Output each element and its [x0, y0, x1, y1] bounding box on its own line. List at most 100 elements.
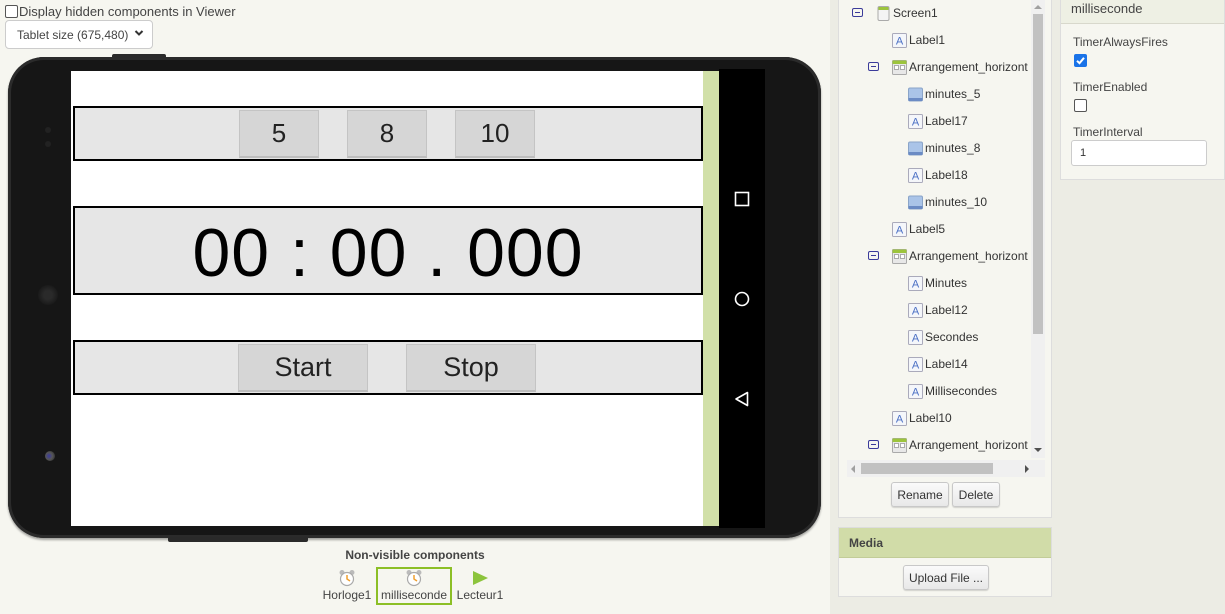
tree-item[interactable]: A Label18 [908, 165, 968, 185]
device-size-value: Tablet size (675,480) [17, 27, 129, 42]
timer-enabled-checkbox[interactable] [1074, 99, 1087, 112]
scroll-right-arrow-icon[interactable] [1025, 465, 1029, 473]
minutes-5-button[interactable]: 5 [239, 110, 319, 158]
home-circle-icon [734, 291, 750, 307]
label-icon: A [908, 302, 923, 318]
tree-item[interactable]: A Label1 [892, 30, 945, 50]
delete-button[interactable]: Delete [952, 482, 1000, 507]
tree-item[interactable]: A Minutes [908, 273, 967, 293]
label-icon: A [892, 410, 907, 426]
tree-item[interactable]: A Label12 [908, 300, 968, 320]
scrollbar-thumb[interactable] [861, 463, 993, 474]
media-title: Media [839, 528, 1051, 558]
media-panel: Media Upload File ... [838, 527, 1052, 597]
phone-side-button [112, 54, 166, 58]
tree-item[interactable]: A Label17 [908, 111, 968, 131]
back-triangle-icon [735, 391, 749, 407]
tree-item[interactable]: A Millisecondes [908, 381, 997, 401]
non-visible-lecteur1[interactable]: Lecteur1 [454, 567, 506, 605]
timer-interval-input[interactable]: 1 [1071, 140, 1207, 166]
scroll-left-arrow-icon[interactable] [851, 465, 855, 473]
tree-item[interactable]: minutes_8 [908, 138, 980, 158]
clock-icon [339, 570, 355, 587]
phone-mockup: 5 8 10 00 : 00 . 000 Start Stop [8, 54, 821, 542]
collapse-toggle-icon[interactable] [852, 8, 863, 17]
label-icon: A [908, 275, 923, 291]
viewer-panel: Display hidden components in Viewer Tabl… [0, 0, 830, 614]
tree-item-label: Label12 [925, 303, 968, 317]
start-button[interactable]: Start [238, 344, 368, 392]
phone-side-button [168, 537, 308, 542]
non-visible-horloge1[interactable]: Horloge1 [320, 567, 374, 605]
label-icon: A [908, 329, 923, 345]
label-icon: A [908, 113, 923, 129]
timer-always-fires-checkbox[interactable] [1074, 54, 1087, 67]
tree-item[interactable]: minutes_10 [908, 192, 987, 212]
scroll-down-arrow-icon[interactable] [1034, 448, 1042, 452]
timer-enabled-label: TimerEnabled [1073, 80, 1148, 94]
tree-item-label: Arrangement_horizont [909, 249, 1028, 263]
tree-vertical-scrollbar[interactable] [1031, 0, 1045, 458]
collapse-toggle-icon[interactable] [868, 440, 879, 449]
upload-file-button[interactable]: Upload File ... [903, 565, 989, 590]
svg-text:A: A [912, 332, 920, 344]
scroll-up-arrow-icon[interactable] [1034, 5, 1042, 9]
components-panel: Screen1 A Label1 Arrangement_horizont minute… [838, 0, 1052, 518]
app-screen: 5 8 10 00 : 00 . 000 Start Stop [71, 71, 703, 526]
screen-edge-strip [703, 71, 719, 526]
svg-text:A: A [912, 170, 920, 182]
scrollbar-thumb[interactable] [1033, 14, 1043, 334]
non-visible-label: Lecteur1 [456, 588, 504, 602]
tree-horizontal-scrollbar[interactable] [847, 460, 1045, 477]
minutes-8-button[interactable]: 8 [347, 110, 427, 158]
tree-item[interactable]: Screen1 [876, 3, 938, 23]
stop-button[interactable]: Stop [406, 344, 536, 392]
svg-text:A: A [896, 35, 904, 47]
tree-item[interactable]: A Label14 [908, 354, 968, 374]
tree-item-label: Screen1 [893, 6, 938, 20]
tree-item[interactable]: Arrangement_horizont [892, 435, 1028, 455]
svg-text:A: A [912, 359, 920, 371]
properties-panel: milliseconde TimerAlwaysFires TimerEnabl… [1060, 0, 1225, 180]
collapse-toggle-icon[interactable] [868, 62, 879, 71]
android-nav-bar [719, 69, 765, 528]
tree-item-label: Label1 [909, 33, 946, 47]
minutes-10-button[interactable]: 10 [455, 110, 535, 158]
tree-item-label: Label5 [909, 222, 946, 236]
device-size-select[interactable]: Tablet size (675,480) [5, 20, 153, 49]
tree-item[interactable]: Arrangement_horizont [892, 246, 1028, 266]
non-visible-milliseconde[interactable]: milliseconde [376, 567, 452, 605]
svg-text:A: A [912, 116, 920, 128]
display-hidden-checkbox[interactable] [5, 5, 18, 18]
arrangement-icon [892, 248, 907, 264]
time-display: 00 : 00 . 000 [192, 215, 584, 291]
tree-item[interactable]: A Label5 [892, 219, 945, 239]
components-tree: Screen1 A Label1 Arrangement_horizont minute… [839, 0, 1035, 458]
tree-item-label: minutes_8 [925, 141, 981, 155]
rename-button[interactable]: Rename [891, 482, 949, 507]
display-hidden-label: Display hidden components in Viewer [19, 4, 236, 19]
timer-interval-label: TimerInterval [1073, 125, 1143, 139]
label-icon: A [908, 167, 923, 183]
tree-item[interactable]: Arrangement_horizont [892, 57, 1028, 77]
non-visible-label: Horloge1 [322, 588, 372, 602]
tree-item-label: Secondes [925, 330, 979, 344]
clock-icon [406, 570, 422, 587]
tree-item-label: Label10 [909, 411, 952, 425]
tree-item-label: Label14 [925, 357, 968, 371]
tree-item[interactable]: minutes_5 [908, 84, 980, 104]
speaker-dot [45, 141, 51, 147]
arrangement-icon [892, 59, 907, 75]
tree-item[interactable]: A Secondes [908, 327, 978, 347]
chevron-down-icon [134, 30, 144, 36]
time-arrangement: 00 : 00 . 000 [73, 206, 703, 295]
display-hidden-toggle[interactable]: Display hidden components in Viewer [5, 4, 236, 19]
label-icon: A [892, 221, 907, 237]
collapse-toggle-icon[interactable] [868, 251, 879, 260]
speaker-dot [45, 127, 51, 133]
tree-item[interactable]: A Label10 [892, 408, 952, 428]
recents-square-icon [734, 191, 750, 207]
screen-icon [877, 5, 890, 21]
tree-item-label: Label18 [925, 168, 968, 182]
label-icon: A [908, 383, 923, 399]
